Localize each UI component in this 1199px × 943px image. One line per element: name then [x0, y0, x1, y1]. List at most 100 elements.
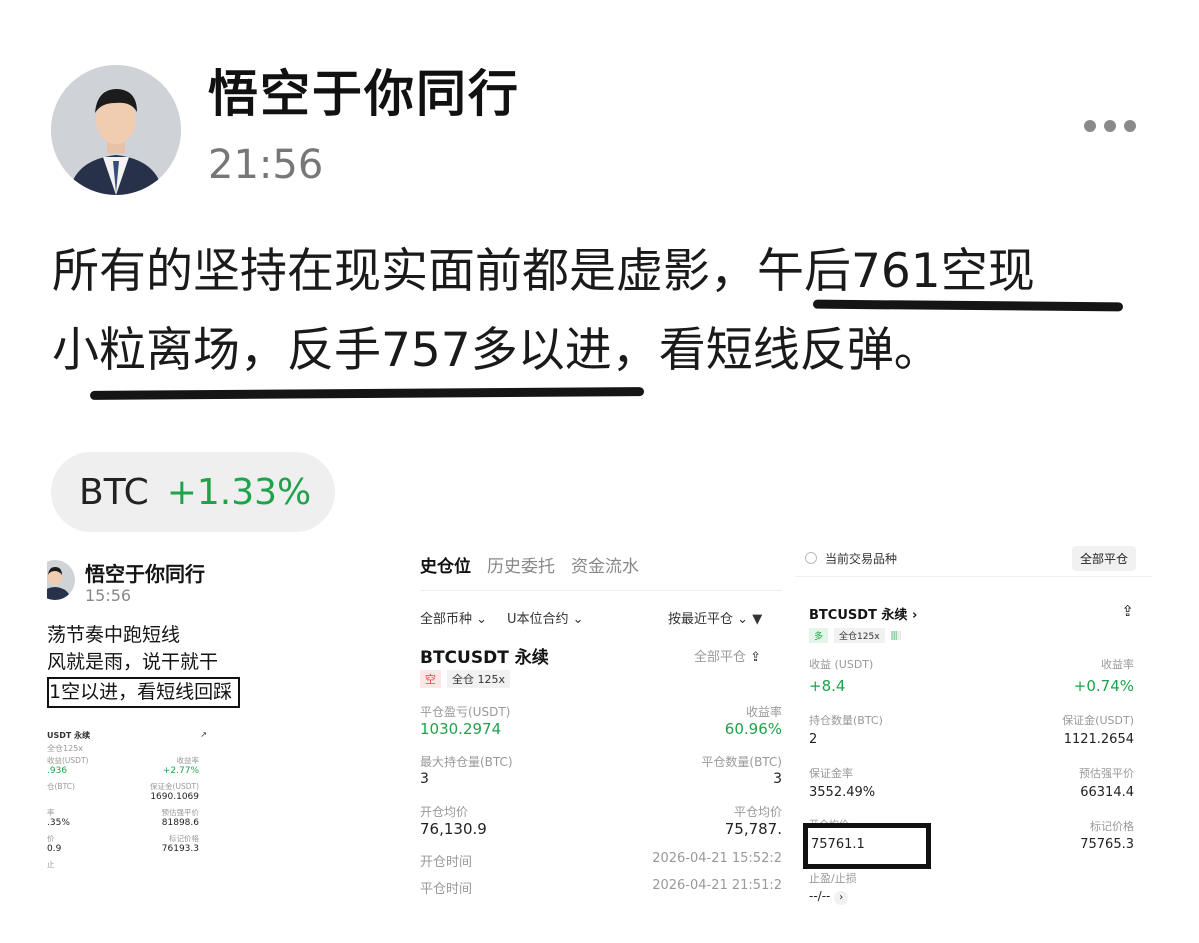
- chevron-down-icon: ⌄: [572, 612, 584, 627]
- side-tag: 多: [809, 628, 829, 643]
- margin-tag: 全仓125x: [834, 628, 885, 643]
- tpsl-text: --/--: [809, 889, 831, 903]
- mini-label: 止: [47, 860, 55, 869]
- radio-icon[interactable]: [805, 552, 817, 564]
- mini-label: 仓(BTC): [47, 782, 75, 791]
- mini-share-icon: ↗: [200, 730, 207, 739]
- pnl-label: 平仓盈亏(USDT): [420, 705, 511, 719]
- current-symbol-label: 当前交易品种: [825, 552, 898, 566]
- close-time-value: 2026-04-21 21:51:2: [652, 878, 782, 893]
- open-time-label: 开仓时间: [420, 855, 473, 870]
- mini-value: +2.77%: [162, 766, 199, 776]
- size-label: 持仓数量(BTC): [809, 714, 883, 727]
- history-pair: BTCUSDT 永续: [420, 648, 549, 668]
- close-all-text: 全部平仓: [694, 650, 747, 665]
- mini-position-card: USDT 永续 ↗ 全仓125x: [47, 730, 207, 754]
- mini-value: 0.9: [47, 844, 62, 854]
- filter-icon[interactable]: ▼: [752, 612, 762, 627]
- mini-label: 收益率: [176, 756, 200, 765]
- mini-author: 悟空于你同行: [85, 562, 205, 586]
- position-pair[interactable]: BTCUSDT 永续 ›: [809, 604, 917, 623]
- mini-value: .936: [47, 766, 68, 776]
- mini-line: 风就是雨，说干就干: [47, 651, 219, 673]
- open-time-value: 2026-04-21 15:52:2: [652, 851, 782, 866]
- author-name[interactable]: 悟空于你同行: [208, 62, 520, 126]
- mini-pair: USDT 永续: [47, 731, 91, 740]
- tpsl-value[interactable]: --/-- ›: [809, 889, 849, 905]
- liq-label: 预估强平价: [1079, 767, 1134, 780]
- mini-line-boxed: 1空以进，看短线回踩: [47, 677, 241, 708]
- mini-label: 预估强平价: [161, 808, 200, 817]
- close-all-button[interactable]: 全部平仓: [1071, 546, 1136, 571]
- maxpos-label: 最大持仓量(BTC): [420, 755, 513, 769]
- mini-label: 标记价格: [169, 834, 199, 843]
- share-icon[interactable]: ⇪: [750, 650, 761, 665]
- pair-text: BTCUSDT 永续: [809, 608, 908, 623]
- chevron-right-icon: ›: [834, 891, 849, 905]
- chevron-right-icon: ›: [911, 608, 918, 623]
- margin-tag: 全仓 125x: [447, 670, 511, 688]
- maxpos-value: 3: [420, 771, 429, 787]
- mini-time: 15:56: [85, 586, 132, 605]
- ticker-change: +1.33%: [166, 471, 312, 513]
- close-avg-value: 75,787.: [724, 820, 782, 838]
- tab-history-position[interactable]: 史仓位: [420, 552, 471, 577]
- roe-value: +0.74%: [1073, 677, 1134, 695]
- ratio-label: 保证金率: [809, 767, 853, 780]
- close-time-label: 平仓时间: [420, 882, 473, 897]
- more-options-icon[interactable]: [1084, 120, 1136, 132]
- roe-label: 收益率: [745, 705, 782, 719]
- margin-label: 保证金(USDT): [1062, 714, 1134, 727]
- post-text: 所有的坚持在现实面前都是虚影，午后761空现 小粒离场，反手757多以进，看短线…: [52, 232, 1162, 390]
- post-text-line: 所有的坚持在现实面前都是虚影，午后761空现: [52, 244, 1035, 299]
- mini-value: 81898.6: [161, 818, 199, 828]
- filter-contract[interactable]: U本位合约 ⌄: [507, 608, 584, 627]
- leverage-bars-icon: |||||: [890, 630, 902, 641]
- image-old-post[interactable]: 悟空于你同行 15:56 荡节奏中跑短线 风就是雨，说干就干 1空以进，看短线回…: [47, 548, 262, 898]
- filter-coin[interactable]: 全部币种 ⌄: [420, 608, 487, 627]
- open-avg-value: 76,130.9: [420, 820, 487, 838]
- roe-value: 60.96%: [724, 720, 782, 738]
- mark-label: 标记价格: [1090, 820, 1134, 833]
- position-tags: 多 全仓125x |||||: [809, 628, 902, 643]
- tpsl-label: 止盈/止损: [809, 872, 857, 885]
- mini-stats: 收益(USDT) 收益率 .936 +2.77% 仓(BTC) 保证金(USDT) 1…: [47, 756, 199, 870]
- mini-label: 率: [47, 808, 55, 817]
- tab-history-orders[interactable]: 历史委托: [487, 552, 555, 577]
- pnl-value: +8.4: [809, 677, 846, 695]
- liq-value: 66314.4: [1080, 785, 1134, 800]
- open-avg-label: 开仓均价: [420, 805, 469, 819]
- side-tag: 空: [420, 670, 441, 688]
- ticker-chip[interactable]: BTC +1.33%: [51, 452, 335, 532]
- divider: [795, 576, 1152, 577]
- post-time: 21:56: [208, 142, 324, 188]
- post-text-line: 小粒离场，反手757多以进，看短线反弹。: [52, 323, 941, 378]
- mini-value: 76193.3: [161, 844, 199, 854]
- mini-label: 保证金(USDT): [150, 782, 199, 791]
- mini-value: .35%: [47, 818, 70, 828]
- filter-sort[interactable]: 按最近平仓 ⌄ ▼: [668, 608, 762, 627]
- image-history-positions[interactable]: 史仓位 历史委托 资金流水 全部币种 ⌄ U本位合约 ⌄ 按最近平仓 ⌄ ▼ B…: [420, 540, 782, 900]
- margin-value: 1121.2654: [1063, 732, 1134, 747]
- ticker-symbol: BTC: [79, 471, 149, 513]
- tab-fund-flow[interactable]: 资金流水: [571, 552, 639, 577]
- closeqty-value: 3: [773, 771, 782, 787]
- mini-line: 荡节奏中跑短线: [47, 624, 181, 646]
- roe-label: 收益率: [1101, 658, 1134, 671]
- close-all-label: 全部平仓 ⇪: [694, 646, 761, 665]
- history-tabs: 史仓位 历史委托 资金流水: [420, 552, 639, 577]
- mark-value: 75765.3: [1080, 837, 1134, 852]
- chevron-down-icon: ⌄: [476, 612, 488, 627]
- mini-label: 价: [47, 834, 55, 843]
- history-tags: 空 全仓 125x: [420, 670, 511, 688]
- mini-post-text: 荡节奏中跑短线 风就是雨，说干就干 1空以进，看短线回踩: [47, 622, 241, 708]
- mini-label: 收益(USDT): [47, 756, 89, 765]
- pnl-value: 1030.2974: [420, 720, 502, 738]
- image-current-position[interactable]: 当前交易品种 全部平仓 BTCUSDT 永续 › ⇪ 多 全仓125x ||||…: [795, 540, 1152, 905]
- close-avg-label: 平仓均价: [733, 805, 782, 819]
- share-icon[interactable]: ⇪: [1121, 602, 1134, 620]
- divider: [420, 590, 782, 591]
- mini-tag: 全仓125x: [47, 744, 84, 753]
- author-avatar[interactable]: [51, 65, 181, 195]
- filter-label: 按最近平仓: [668, 612, 734, 627]
